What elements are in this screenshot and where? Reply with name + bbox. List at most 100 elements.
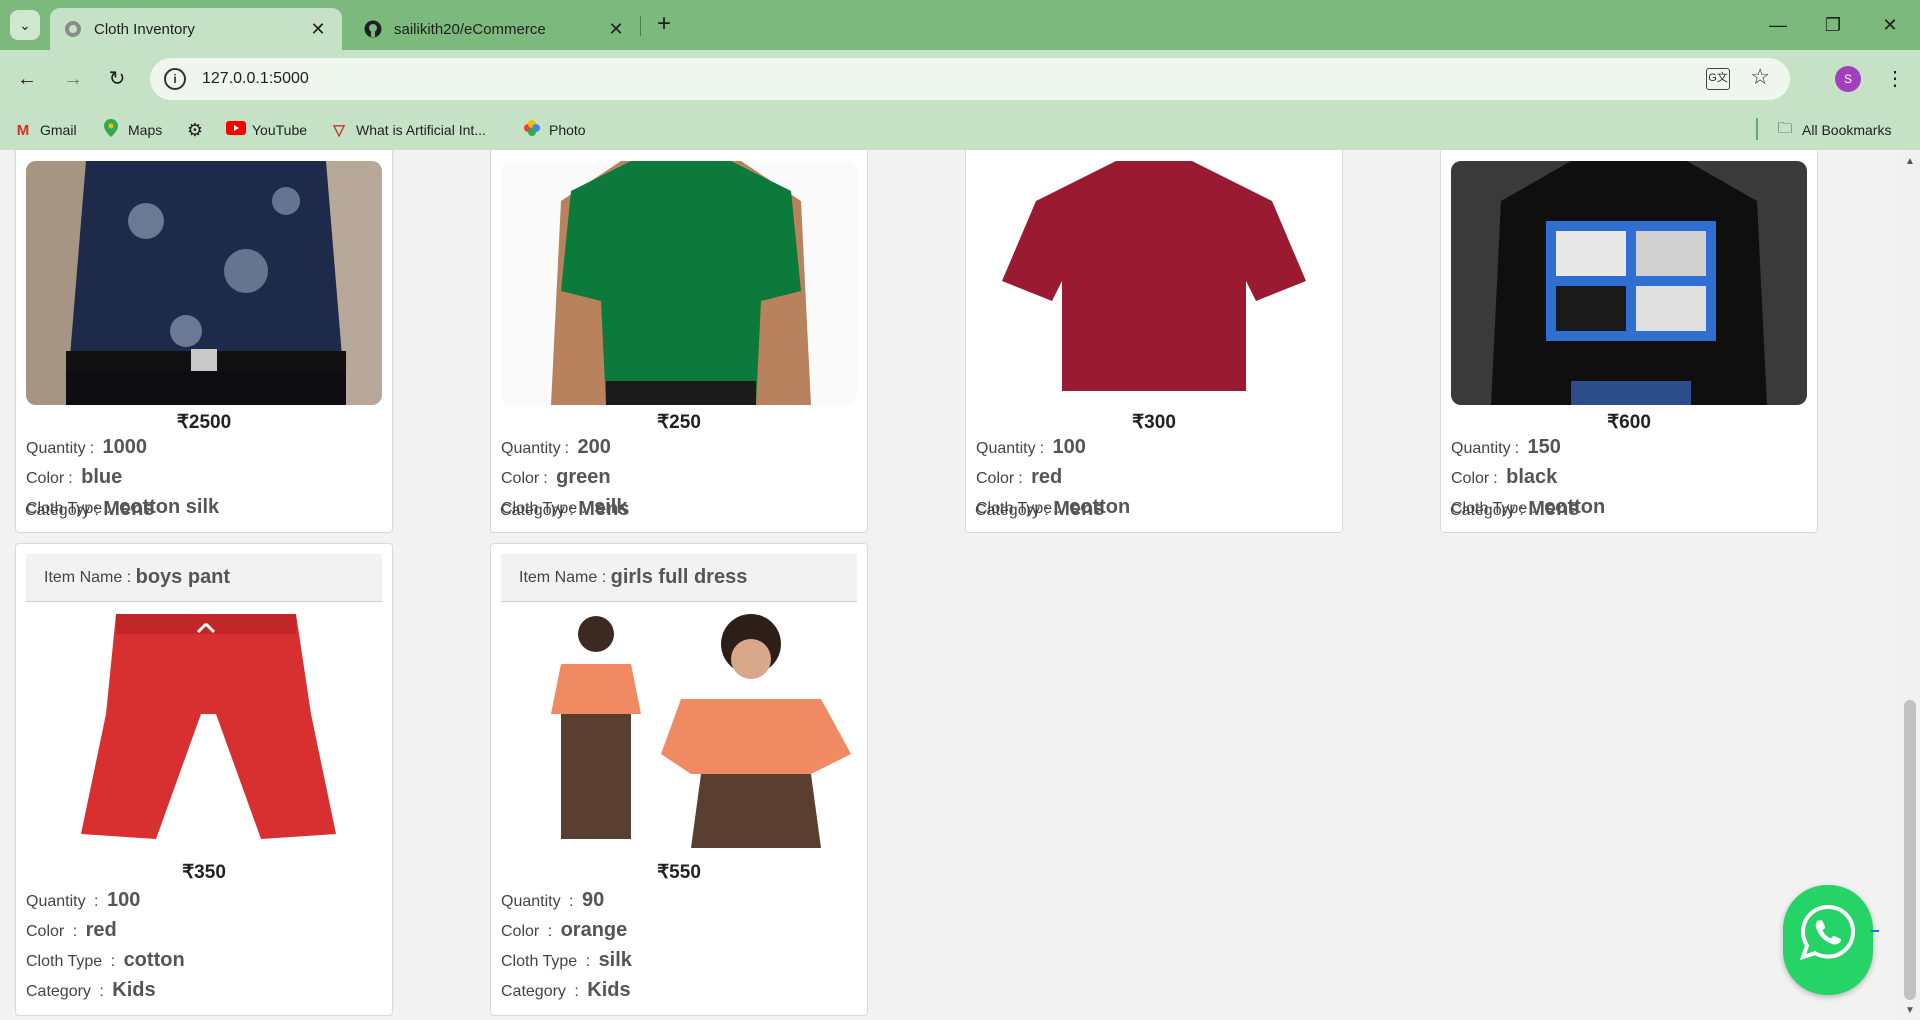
bookmark-settings[interactable]: ⚙ [186,119,212,141]
tab-close-icon[interactable]: ✕ [308,19,328,40]
item-name-label: Item Name [44,568,123,586]
site-info-icon[interactable]: i [164,68,186,90]
separator: : [126,568,132,586]
separator: : [1519,502,1524,519]
globe-icon [64,20,82,38]
quantity-label: Quantity [976,440,1036,457]
quantity-label: Quantity [26,893,86,910]
tab-close-icon[interactable]: ✕ [606,19,626,40]
quantity-label: Quantity [501,440,561,457]
category-value: Mens [578,498,630,520]
all-bookmarks[interactable]: 🗀 All Bookmarks [1776,119,1891,141]
profile-avatar[interactable]: S [1835,66,1861,92]
color-value: blue [81,466,123,488]
quantity-label: Quantity [1451,440,1511,457]
maps-icon [102,119,120,141]
scroll-up-arrow-icon[interactable]: ▲ [1905,156,1915,167]
product-cloth-type: Cloth Type : cotton [26,949,185,972]
category-label: Category [25,502,90,519]
product-card: ₹2500 Quantity: 1000 Color: blue Cloth T… [15,150,393,533]
product-quantity: Quantity: 1000 [26,436,147,459]
minimize-icon[interactable]: — [1760,8,1796,42]
item-name-value: boys pant [135,566,231,588]
bookmark-maps[interactable]: Maps [102,119,162,141]
back-arrow-icon[interactable]: ← [12,64,42,94]
restore-icon[interactable]: ❐ [1815,8,1851,42]
browser-menu-kebab-icon[interactable]: ⋮ [1880,64,1910,94]
whatsapp-chat-button[interactable] [1783,885,1879,995]
separator: : [601,568,607,586]
color-value: orange [560,919,628,941]
product-image [1451,161,1807,405]
address-bar[interactable]: i 127.0.0.1:5000 G文 ☆ [150,58,1790,100]
product-color: Color: green [501,466,611,489]
tab-github-ecommerce[interactable]: sailikith20/eCommerce ✕ [350,8,640,50]
product-category: Category : Mens [25,498,154,521]
browser-toolbar: ← → ↻ i 127.0.0.1:5000 G文 ☆ S ⋮ [0,50,1920,108]
scrollbar-thumb[interactable] [1904,700,1916,1000]
settings-gear-icon: ⚙ [186,119,204,140]
quantity-value: 100 [1052,436,1086,458]
product-color: Color : red [26,919,117,942]
tab-title: Cloth Inventory [94,20,195,38]
separator: : [99,983,104,1000]
product-quantity: Quantity: 150 [1451,436,1561,459]
color-value: red [85,919,117,941]
product-cloth-type: Cloth Type : silk [501,949,632,972]
category-value: Mens [1053,498,1105,520]
separator: : [94,502,99,519]
product-card: Item Name : girls full dress ₹550 Quanti… [490,543,868,1016]
new-tab-plus-icon[interactable]: + [650,10,678,40]
notification-dash [1871,930,1879,932]
bookmark-ai-article[interactable]: ▽ What is Artificial Int... [330,119,486,141]
bookmark-star-icon[interactable]: ☆ [1750,64,1770,90]
reload-icon[interactable]: ↻ [102,64,132,94]
color-label: Color [26,470,65,487]
address-url[interactable]: 127.0.0.1:5000 [202,70,309,88]
color-label: Color [976,470,1015,487]
product-color: Color : orange [501,919,627,942]
cloth-type-value: silk [598,949,632,971]
color-value: black [1506,466,1558,488]
product-price: ₹350 [182,862,226,883]
page-scrollbar[interactable]: ▲ ▼ [1900,150,1920,1020]
page-content: ₹2500 Quantity: 1000 Color: blue Cloth T… [0,150,1900,1020]
bookmarks-bar: M Gmail Maps ⚙ YouTube ▽ What is Artific… [0,108,1920,150]
product-image [976,161,1332,405]
tab-cloth-inventory[interactable]: Cloth Inventory ✕ [50,8,342,50]
bookmark-label: What is Artificial Int... [356,122,486,138]
folder-icon: 🗀 [1777,119,1793,137]
separator: : [1493,470,1498,487]
product-category: Category : Kids [26,979,156,1002]
bookmark-youtube[interactable]: YouTube [226,119,307,141]
bookmark-label: Maps [128,122,163,138]
bookmark-label: Gmail [40,122,77,138]
tab-search-chevron-icon[interactable]: ⌄ [10,10,40,40]
product-category: Category : Mens [500,498,629,521]
product-card: Item Name : boys pant ₹350 Quantity : 10… [15,543,393,1016]
translate-icon[interactable]: G文 [1706,68,1730,90]
whatsapp-icon [1799,904,1856,961]
category-value: Kids [112,979,156,1001]
item-name-value: girls full dress [610,566,748,588]
separator: : [564,440,570,457]
bookmark-label: YouTube [252,122,308,138]
forward-arrow-icon[interactable]: → [58,64,88,94]
separator: : [1018,470,1023,487]
bookmark-photo[interactable]: Photo [523,119,586,141]
separator: : [574,983,579,1000]
item-name-label: Item Name [519,568,598,586]
bookmark-gmail[interactable]: M Gmail [14,119,77,141]
quantity-label: Quantity [26,440,86,457]
browser-tab-bar: ⌄ Cloth Inventory ✕ sailikith20/eCommerc… [0,0,1920,50]
scroll-down-arrow-icon[interactable]: ▼ [1905,1005,1915,1016]
v-logo-icon: ▽ [333,122,345,139]
bookmark-label: All Bookmarks [1802,122,1892,138]
github-icon [364,20,382,38]
tab-separator [640,16,641,36]
category-value: Mens [1528,498,1580,520]
product-price: ₹2500 [176,412,232,433]
separator: : [569,893,574,910]
window-close-icon[interactable]: ✕ [1872,8,1908,42]
quantity-value: 100 [106,889,141,911]
